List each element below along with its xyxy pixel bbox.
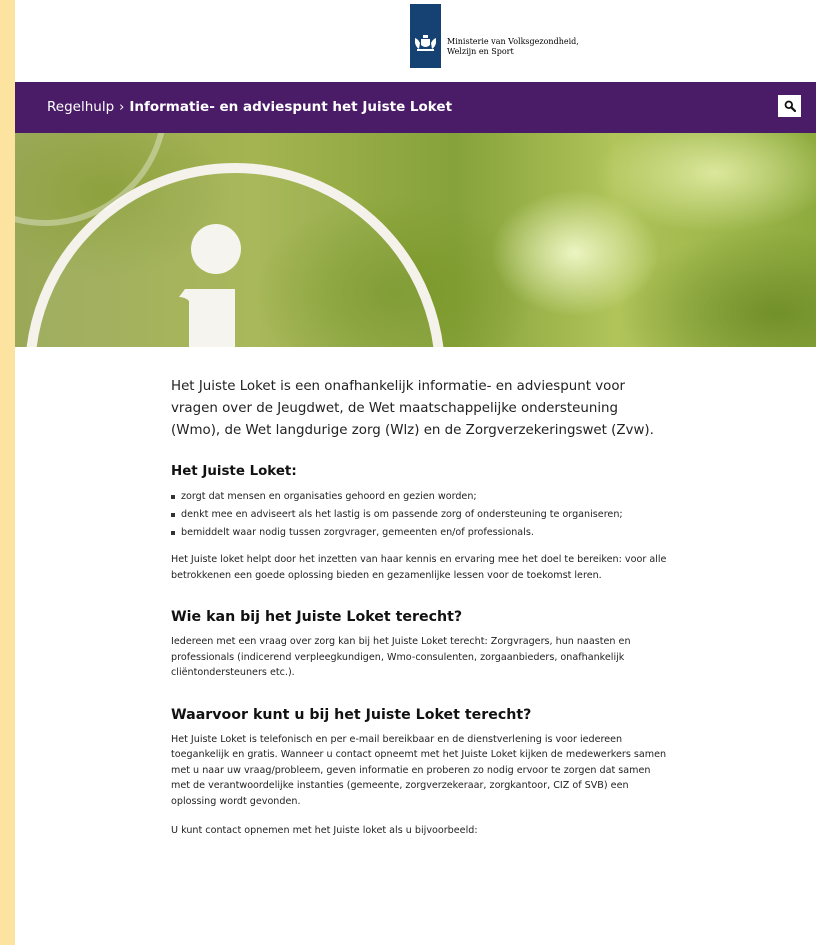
list-item: bemiddelt waar nodig tussen zorgvrager, … <box>171 524 671 542</box>
navigation-bar: Regelhulp › Informatie- en adviespunt het … <box>15 82 816 133</box>
hero-image <box>15 133 816 347</box>
search-icon <box>784 100 796 112</box>
section-heading-het-juiste-loket: Het Juiste Loket: <box>171 464 297 479</box>
paragraph: Het Juiste loket helpt door het inzetten… <box>171 554 667 581</box>
paragraph: Iedereen met een vraag over zorg kan bij… <box>171 636 631 678</box>
breadcrumb: Regelhulp › Informatie- en adviespunt het … <box>47 98 452 117</box>
main-content: Het Juiste Loket is een onafhankelijk in… <box>171 376 671 839</box>
breadcrumb-current-page: Informatie- en adviespunt het Juiste Lok… <box>129 99 453 115</box>
bullet-list: zorgt dat mensen en organisaties gehoord… <box>171 488 671 542</box>
paragraph: Het Juiste Loket is telefonisch en per e… <box>171 733 667 807</box>
section-heading-wie-kan: Wie kan bij het Juiste Loket terecht? <box>171 609 463 625</box>
ministry-name-line2: Welzijn en Sport <box>447 47 514 56</box>
list-item: zorgt dat mensen en organisaties gehoord… <box>171 488 671 506</box>
ministry-name-line1: Ministerie van Volksgezondheid, <box>447 37 579 46</box>
section-heading-waarvoor: Waarvoor kunt u bij het Juiste Loket ter… <box>171 706 532 723</box>
intro-text: Het Juiste Loket is een onafhankelijk in… <box>171 379 654 438</box>
site-header: Ministerie van Volksgezondheid, Welzijn … <box>15 0 816 82</box>
breadcrumb-link-regelhulp[interactable]: Regelhulp <box>47 99 114 115</box>
page: Ministerie van Volksgezondheid, Welzijn … <box>15 0 816 945</box>
rijksoverheid-emblem-icon[interactable] <box>410 4 441 68</box>
information-icon <box>15 133 444 347</box>
list-item: denkt mee en adviseert als het lastig is… <box>171 506 671 524</box>
chevron-right-icon: › <box>119 100 125 115</box>
ministry-name[interactable]: Ministerie van Volksgezondheid, Welzijn … <box>447 37 647 57</box>
paragraph: U kunt contact opnemen met het Juiste lo… <box>171 825 478 836</box>
search-button[interactable] <box>778 95 801 117</box>
